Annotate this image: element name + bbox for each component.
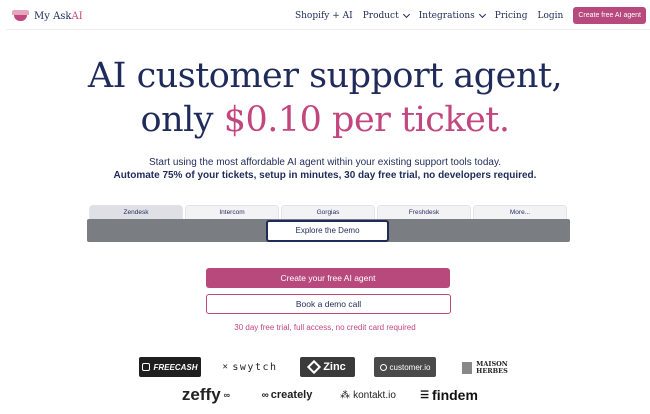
integration-tabs: Zendesk Intercom Gorgias Freshdesk More.… — [89, 205, 567, 219]
customerio-logo: customer.io — [374, 357, 436, 377]
tab-zendesk[interactable]: Zendesk — [89, 205, 183, 219]
explore-demo-button[interactable]: Explore the Demo — [266, 220, 389, 242]
brand-mark-icon — [12, 10, 29, 22]
zinc-logo: Zinc — [300, 357, 355, 377]
hero-headline-line-1: AI customer support agent, — [87, 56, 563, 96]
kontakt-logo: ⁂ kontakt.io — [340, 390, 396, 401]
tab-intercom[interactable]: Intercom — [185, 205, 279, 219]
swytch-logo: ✕ swytch — [222, 361, 278, 373]
findem-logo: ☰ findem — [420, 387, 478, 403]
nav-links: Shopify + AI Product Integrations Pricin… — [285, 7, 646, 24]
book-demo-button[interactable]: Book a demo call — [206, 294, 451, 314]
hero-headline-line-2: only $0.10 per ticket. — [140, 100, 510, 140]
hero-subtitle-bold: Automate 75% of your tickets, setup in m… — [113, 170, 537, 181]
nav-create-agent-button[interactable]: Create free AI agent — [573, 7, 646, 24]
zeffy-logo: zeffy ∞ — [181, 385, 231, 404]
creately-logo: ∞ creately — [261, 389, 313, 401]
nav-pricing[interactable]: Pricing — [495, 11, 528, 21]
maison-herbes-logo: MAISON HERBES — [456, 358, 514, 378]
create-agent-button[interactable]: Create your free AI agent — [206, 268, 450, 288]
chevron-down-icon — [478, 10, 486, 18]
brand-logo-link[interactable]: My AskAI — [12, 10, 83, 22]
brand-name: My AskAI — [34, 10, 83, 22]
tab-gorgias[interactable]: Gorgias — [281, 205, 375, 219]
trial-fine-print: 30 day free trial, full access, no credi… — [234, 323, 416, 332]
freecash-logo: FREECASH — [139, 357, 201, 377]
nav-login[interactable]: Login — [538, 11, 564, 21]
hero-subtitle: Start using the most affordable AI agent… — [148, 157, 502, 168]
nav-integrations[interactable]: Integrations — [419, 10, 486, 21]
nav-shopify-ai[interactable]: Shopify + AI — [295, 11, 353, 21]
nav-product[interactable]: Product — [363, 10, 410, 21]
chevron-down-icon — [402, 10, 410, 18]
tab-freshdesk[interactable]: Freshdesk — [377, 205, 471, 219]
tab-more[interactable]: More... — [473, 205, 567, 219]
hero-price: $0.10 per ticket. — [223, 100, 510, 140]
top-navigation: My AskAI Shopify + AI Product Integratio… — [6, 4, 650, 30]
